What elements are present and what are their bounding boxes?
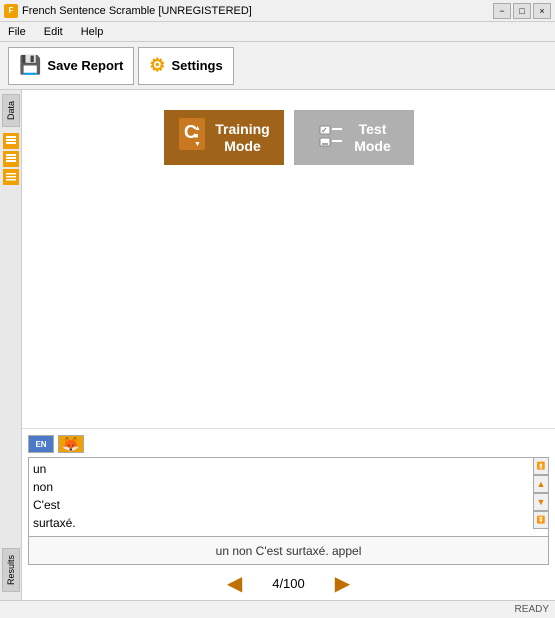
sidebar: Data Results bbox=[0, 90, 22, 600]
menu-edit[interactable]: Edit bbox=[40, 24, 67, 40]
save-report-icon: 💾 bbox=[19, 55, 41, 76]
settings-icon: ⚙ bbox=[149, 55, 165, 76]
scroll-top-button[interactable]: ⏫ bbox=[533, 457, 549, 475]
svg-text:▲: ▲ bbox=[194, 125, 201, 132]
title-bar: F French Sentence Scramble [UNREGISTERED… bbox=[0, 0, 555, 22]
mode-buttons: C ▲ ■ ▼ Training Mode ✓ bbox=[22, 90, 555, 175]
test-mode-text: Test Mode bbox=[354, 121, 391, 155]
word-list-box: un non C'est surtaxé. appel bbox=[28, 457, 549, 537]
test-mode-icon: ✓ bbox=[316, 118, 346, 157]
test-mode-button[interactable]: ✓ Test Mode bbox=[294, 110, 414, 165]
minimize-button[interactable]: − bbox=[493, 3, 511, 19]
settings-button[interactable]: ⚙ Settings bbox=[138, 47, 233, 85]
app-icon: F bbox=[4, 4, 18, 18]
title-bar-left: F French Sentence Scramble [UNREGISTERED… bbox=[4, 4, 252, 18]
word-line-4: appel bbox=[33, 532, 544, 537]
next-button[interactable]: ▶ bbox=[335, 571, 350, 596]
sidebar-icon-2[interactable] bbox=[3, 151, 19, 167]
maximize-button[interactable]: □ bbox=[513, 3, 531, 19]
title-bar-controls: − □ × bbox=[493, 3, 551, 19]
training-mode-button[interactable]: C ▲ ■ ▼ Training Mode bbox=[164, 110, 284, 165]
status-bar: READY bbox=[0, 600, 555, 618]
svg-text:▼: ▼ bbox=[194, 141, 201, 148]
scroll-up-button[interactable]: ▲ bbox=[533, 475, 549, 493]
word-line-3: surtaxé. bbox=[33, 514, 544, 532]
sidebar-icons bbox=[3, 133, 19, 185]
english-flag[interactable]: EN bbox=[28, 435, 54, 453]
save-report-button[interactable]: 💾 Save Report bbox=[8, 47, 134, 85]
word-line-0: un bbox=[33, 460, 544, 478]
title-bar-text: French Sentence Scramble [UNREGISTERED] bbox=[22, 5, 252, 17]
status-text: READY bbox=[515, 604, 549, 615]
sidebar-icon-1[interactable] bbox=[3, 133, 19, 149]
svg-text:✓: ✓ bbox=[321, 126, 328, 135]
training-mode-icon: C ▲ ■ ▼ bbox=[177, 116, 207, 159]
word-line-2: C'est bbox=[33, 496, 544, 514]
sentence-display: un non C'est surtaxé. appel bbox=[28, 537, 549, 565]
prev-button[interactable]: ◀ bbox=[227, 571, 242, 596]
word-line-1: non bbox=[33, 478, 544, 496]
settings-label: Settings bbox=[171, 58, 222, 73]
menu-help[interactable]: Help bbox=[77, 24, 108, 40]
close-button[interactable]: × bbox=[533, 3, 551, 19]
svg-text:■: ■ bbox=[194, 133, 198, 140]
main-area: Data Results C ▲ bbox=[0, 90, 555, 600]
sidebar-icon-3[interactable] bbox=[3, 169, 19, 185]
menu-file[interactable]: File bbox=[4, 24, 30, 40]
french-flag[interactable]: 🦊 bbox=[58, 435, 84, 453]
bottom-area: EN 🦊 un non C'est surtaxé. appel ⏫ ▲ ▼ ⏬ bbox=[22, 428, 555, 600]
sidebar-tab-data[interactable]: Data bbox=[2, 94, 20, 127]
sidebar-tab-results[interactable]: Results bbox=[2, 548, 20, 592]
word-list-wrapper: un non C'est surtaxé. appel ⏫ ▲ ▼ ⏬ bbox=[28, 457, 549, 537]
scroll-bottom-button[interactable]: ⏬ bbox=[533, 511, 549, 529]
navigation-bar: ◀ 4/100 ▶ bbox=[28, 565, 549, 600]
page-indicator: 4/100 bbox=[272, 576, 305, 591]
sentence-text: un non C'est surtaxé. appel bbox=[216, 544, 362, 558]
save-report-label: Save Report bbox=[47, 58, 123, 73]
content-area: C ▲ ■ ▼ Training Mode ✓ bbox=[22, 90, 555, 600]
scroll-down-button[interactable]: ▼ bbox=[533, 493, 549, 511]
menu-bar: File Edit Help bbox=[0, 22, 555, 42]
toolbar: 💾 Save Report ⚙ Settings bbox=[0, 42, 555, 90]
training-mode-text: Training Mode bbox=[215, 121, 269, 155]
scroll-arrows: ⏫ ▲ ▼ ⏬ bbox=[533, 457, 549, 529]
language-flags: EN 🦊 bbox=[28, 435, 549, 453]
